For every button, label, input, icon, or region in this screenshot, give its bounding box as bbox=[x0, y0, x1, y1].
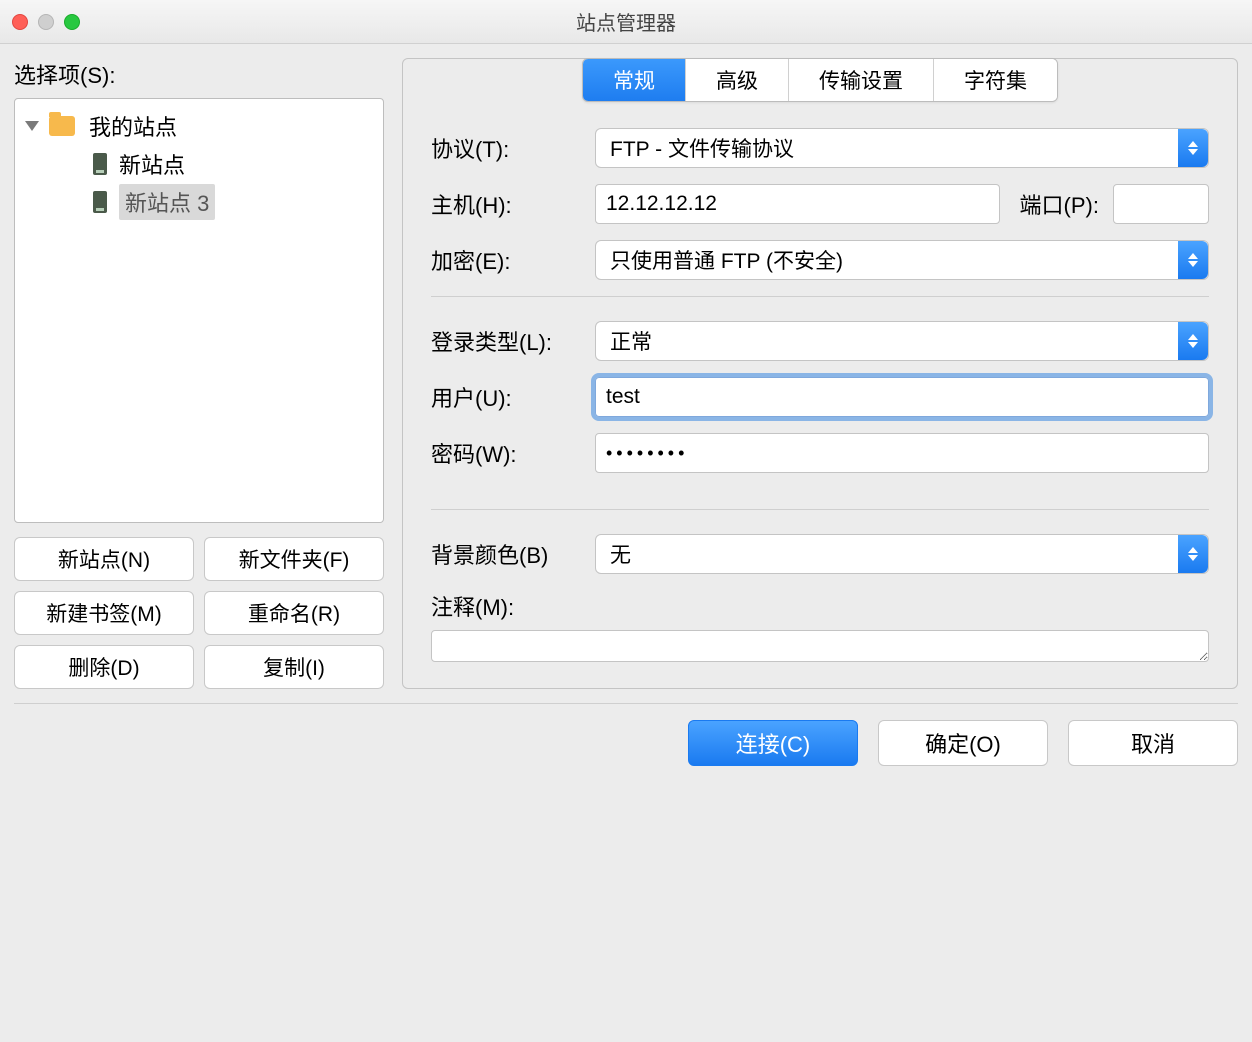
comment-textarea[interactable] bbox=[431, 630, 1209, 662]
site-tree[interactable]: 我的站点 新站点 新站点 3 bbox=[14, 98, 384, 523]
server-icon bbox=[93, 191, 107, 213]
cancel-button[interactable]: 取消 bbox=[1068, 720, 1238, 766]
logon-type-value: 正常 bbox=[610, 326, 652, 356]
connect-button[interactable]: 连接(C) bbox=[688, 720, 858, 766]
user-input[interactable] bbox=[595, 377, 1209, 417]
host-label: 主机(H): bbox=[431, 188, 581, 220]
tab-general[interactable]: 常规 bbox=[583, 59, 686, 101]
encryption-label: 加密(E): bbox=[431, 244, 581, 276]
encryption-select[interactable]: 只使用普通 FTP (不安全) bbox=[595, 240, 1209, 280]
tree-item-label: 新站点 3 bbox=[119, 184, 215, 220]
server-icon bbox=[93, 153, 107, 175]
bgcolor-value: 无 bbox=[610, 539, 631, 569]
tree-item-selected[interactable]: 新站点 3 bbox=[19, 183, 379, 221]
select-arrows-icon bbox=[1178, 241, 1208, 279]
user-label: 用户(U): bbox=[431, 381, 581, 413]
folder-icon bbox=[49, 116, 75, 136]
tree-item-label: 新站点 bbox=[119, 148, 185, 180]
tab-charset[interactable]: 字符集 bbox=[934, 59, 1057, 101]
new-bookmark-button[interactable]: 新建书签(M) bbox=[14, 591, 194, 635]
delete-button[interactable]: 删除(D) bbox=[14, 645, 194, 689]
port-label: 端口(P): bbox=[1020, 188, 1099, 220]
comment-label: 注释(M): bbox=[431, 590, 514, 622]
host-input[interactable] bbox=[595, 184, 1000, 224]
disclosure-triangle-icon[interactable] bbox=[25, 121, 39, 131]
new-site-button[interactable]: 新站点(N) bbox=[14, 537, 194, 581]
settings-panel: 常规 高级 传输设置 字符集 协议(T): FTP - 文件传输协议 主机(H)… bbox=[402, 58, 1238, 689]
tree-root-label: 我的站点 bbox=[89, 110, 177, 142]
dialog-footer: 连接(C) 确定(O) 取消 bbox=[14, 703, 1238, 782]
password-value: •••••••• bbox=[606, 443, 688, 464]
tab-transfer[interactable]: 传输设置 bbox=[789, 59, 934, 101]
tree-item[interactable]: 新站点 bbox=[19, 145, 379, 183]
new-folder-button[interactable]: 新文件夹(F) bbox=[204, 537, 384, 581]
divider bbox=[431, 509, 1209, 510]
tree-root[interactable]: 我的站点 bbox=[19, 107, 379, 145]
select-entry-label: 选择项(S): bbox=[14, 58, 384, 90]
ok-button[interactable]: 确定(O) bbox=[878, 720, 1048, 766]
select-arrows-icon bbox=[1178, 129, 1208, 167]
logon-type-label: 登录类型(L): bbox=[431, 325, 581, 357]
encryption-value: 只使用普通 FTP (不安全) bbox=[610, 245, 843, 275]
tab-advanced[interactable]: 高级 bbox=[686, 59, 789, 101]
copy-button[interactable]: 复制(I) bbox=[204, 645, 384, 689]
tab-bar: 常规 高级 传输设置 字符集 bbox=[582, 58, 1058, 102]
protocol-value: FTP - 文件传输协议 bbox=[610, 133, 794, 163]
logon-type-select[interactable]: 正常 bbox=[595, 321, 1209, 361]
titlebar: 站点管理器 bbox=[0, 0, 1252, 44]
password-label: 密码(W): bbox=[431, 437, 581, 469]
port-input[interactable] bbox=[1113, 184, 1209, 224]
protocol-label: 协议(T): bbox=[431, 132, 581, 164]
rename-button[interactable]: 重命名(R) bbox=[204, 591, 384, 635]
select-arrows-icon bbox=[1178, 535, 1208, 573]
bgcolor-label: 背景颜色(B) bbox=[431, 538, 581, 570]
divider bbox=[431, 296, 1209, 297]
protocol-select[interactable]: FTP - 文件传输协议 bbox=[595, 128, 1209, 168]
select-arrows-icon bbox=[1178, 322, 1208, 360]
window-title: 站点管理器 bbox=[0, 7, 1252, 36]
password-input[interactable]: •••••••• bbox=[595, 433, 1209, 473]
bgcolor-select[interactable]: 无 bbox=[595, 534, 1209, 574]
